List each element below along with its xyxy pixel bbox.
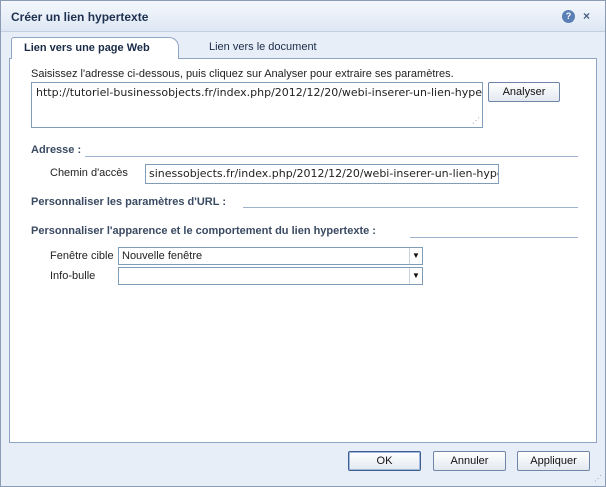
resize-grip-icon[interactable]: ⋰ (472, 117, 480, 125)
close-icon[interactable]: × (580, 10, 593, 23)
target-window-label: Fenêtre cible (50, 250, 114, 262)
ok-button[interactable]: OK (348, 451, 421, 471)
url-input-value: http://tutoriel-businessobjects.fr/index… (36, 86, 483, 99)
title-bar: Créer un lien hypertexte ? × (1, 1, 605, 32)
url-params-section-divider (243, 207, 578, 208)
analyze-button[interactable]: Analyser (488, 82, 560, 102)
target-window-value: Nouvelle fenêtre (122, 250, 203, 262)
tab-web-page-link[interactable]: Lien vers une page Web (11, 37, 179, 60)
chevron-down-icon[interactable]: ▼ (409, 268, 422, 284)
path-label: Chemin d'accès (50, 167, 128, 179)
help-icon[interactable]: ? (562, 10, 575, 23)
apply-button[interactable]: Appliquer (517, 451, 590, 471)
window-resize-grip-icon[interactable]: ⋰ (594, 475, 602, 483)
tooltip-label: Info-bulle (50, 270, 96, 282)
dialog-title: Créer un lien hypertexte (11, 10, 149, 24)
tab-strip: Lien vers une page Web Lien vers le docu… (9, 35, 597, 60)
target-window-select[interactable]: Nouvelle fenêtre ▼ (118, 247, 423, 265)
address-section-heading: Adresse : (31, 144, 82, 156)
tab-document-link[interactable]: Lien vers le document (197, 37, 329, 59)
hyperlink-dialog: Créer un lien hypertexte ? × Lien vers u… (0, 0, 606, 487)
address-section-divider (85, 156, 578, 157)
tab-panel-web-page: Saisissez l'adresse ci-dessous, puis cli… (9, 59, 597, 443)
path-field[interactable]: sinessobjects.fr/index.php/2012/12/20/we… (145, 164, 499, 184)
chevron-down-icon[interactable]: ▼ (409, 248, 422, 264)
appearance-section-heading[interactable]: Personnaliser l'apparence et le comporte… (31, 225, 376, 237)
tooltip-select[interactable]: ▼ (118, 267, 423, 285)
title-bar-controls: ? × (562, 10, 593, 23)
appearance-section-divider (410, 237, 578, 238)
url-params-section-heading[interactable]: Personnaliser les paramètres d'URL : (31, 196, 226, 208)
url-input[interactable]: http://tutoriel-businessobjects.fr/index… (31, 82, 483, 128)
instruction-text: Saisissez l'adresse ci-dessous, puis cli… (31, 68, 454, 80)
cancel-button[interactable]: Annuler (433, 451, 506, 471)
